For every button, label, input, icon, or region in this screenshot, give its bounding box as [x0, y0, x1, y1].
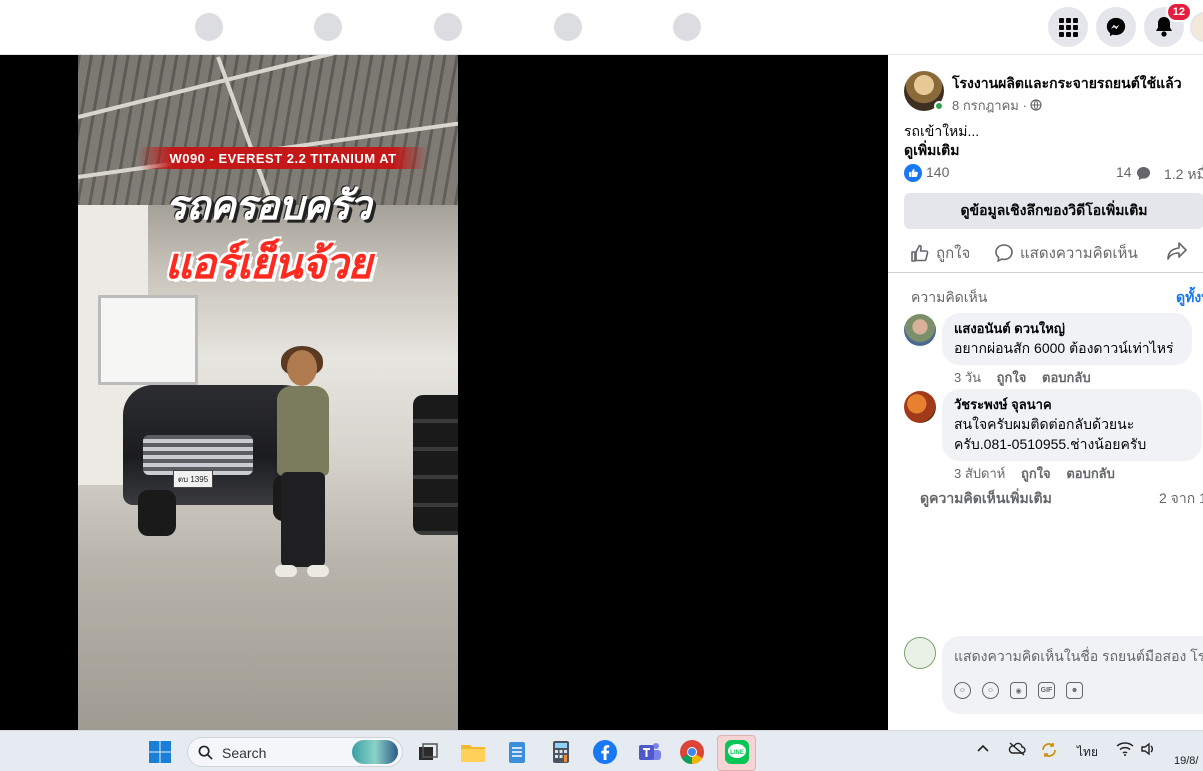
menu-grid-button[interactable] [1048, 7, 1088, 47]
comment-composer[interactable]: แสดงความคิดเห็นในชื่อ รถยนต์มือสอง โรงงา… [942, 636, 1203, 714]
see-more-link[interactable]: ดูเพิ่มเติม [904, 140, 959, 162]
nav-tab-home[interactable] [195, 13, 223, 41]
like-button[interactable]: ถูกใจ [910, 241, 970, 265]
sticker-icon[interactable]: ☻ [1066, 682, 1083, 699]
commenter-avatar[interactable] [904, 391, 936, 423]
clock-date[interactable]: 19/8/ [1174, 755, 1198, 767]
thumbs-up-icon [911, 244, 929, 262]
comment-text-line1: สนใจครับผมติดต่อกลับด้วยนะ [954, 416, 1135, 432]
notepad-icon[interactable] [503, 738, 531, 766]
see-all-comments-link[interactable]: ดูทั้งหมด [1176, 287, 1203, 309]
post-date-text: 8 กรกฎาคม · [952, 98, 1031, 113]
comment-time[interactable]: 3 สัปดาห์ [954, 466, 1005, 481]
windows-start-icon[interactable] [146, 738, 174, 766]
comment-like-link[interactable]: ถูกใจ [997, 370, 1027, 385]
comment-bubble: แสงอนันต์ ดวนใหญ่ อยากผ่อนสัก 6000 ต้องด… [942, 313, 1192, 365]
reactions-row: 140 14 1.2 หมื่น [904, 163, 1203, 183]
comment-input[interactable]: แสดงความคิดเห็นในชื่อ รถยนต์มือสอง โรงงา… [954, 646, 1203, 668]
gif-icon[interactable]: GIF [1038, 682, 1055, 699]
comments-shown-count: 2 จาก 14 [1159, 490, 1203, 506]
chrome-icon[interactable] [678, 738, 706, 766]
like-count[interactable]: 140 [926, 164, 949, 180]
divider [888, 272, 1203, 273]
comment-meta: 3 วัน ถูกใจ ตอบกลับ [954, 367, 1103, 388]
wifi-icon[interactable] [1116, 741, 1134, 760]
online-status-dot [934, 101, 944, 111]
camera-icon[interactable]: ◉ [1010, 682, 1027, 699]
comment-author[interactable]: แสงอนันต์ ดวนใหญ่ [954, 320, 1180, 338]
notification-count-badge: 12 [1165, 2, 1192, 22]
comment-time[interactable]: 3 วัน [954, 370, 981, 385]
video-banner: W090 - EVEREST 2.2 TITANIUM AT [138, 147, 428, 169]
video-headline-line2: แอร์เย็นจ้วย [164, 240, 372, 287]
messenger-button[interactable] [1096, 7, 1136, 47]
comment-text: อยากผ่อนสัก 6000 ต้องดาวน์เท่าไหร่ [954, 340, 1174, 356]
comment-count[interactable]: 14 [1116, 164, 1132, 180]
page-name[interactable]: โรงงานผลิตและกระจายรถยนต์ใช้แล้ว [952, 73, 1182, 95]
comment-button-label: แสดงความคิดเห็น [1020, 245, 1138, 262]
onedrive-offline-icon[interactable] [1008, 741, 1026, 760]
top-navigation-bar: 12 [0, 0, 1203, 55]
video-insights-label: ดูข้อมูลเชิงลึกของวิดีโอเพิ่มเติม [960, 202, 1148, 218]
comment-icon [995, 244, 1013, 263]
post-side-panel: โรงงานผลิตและกระจายรถยนต์ใช้แล้ว 8 กรกฎา… [888, 55, 1203, 730]
comment-reply-link[interactable]: ตอบกลับ [1042, 370, 1091, 385]
video-player[interactable]: ตบ 1395 W090 - EVEREST 2.2 TITANIUM AT ร… [0, 55, 888, 730]
teams-icon[interactable] [635, 738, 663, 766]
calculator-icon[interactable] [547, 738, 575, 766]
comment-reply-link[interactable]: ตอบกลับ [1066, 466, 1115, 481]
nav-tab-groups[interactable] [554, 13, 582, 41]
view-count: 1.2 หมื่น [1164, 166, 1203, 182]
post-date[interactable]: 8 กรกฎาคม · [952, 95, 1043, 116]
account-avatar[interactable] [1190, 12, 1203, 42]
comment-text-line2: ครับ.081-0510955.ช่างน้อยครับ [954, 436, 1147, 452]
comment-button[interactable]: แสดงความคิดเห็น [994, 241, 1138, 265]
like-reaction-icon[interactable] [904, 164, 922, 182]
input-language[interactable]: ไทย [1077, 743, 1098, 762]
windows-taskbar: Search LINE ไทย 19/8/ [0, 730, 1203, 771]
like-button-label: ถูกใจ [936, 245, 971, 262]
svg-text:LINE: LINE [730, 750, 744, 756]
globe-icon [1030, 99, 1043, 111]
video-headline-line1: รถครอบครัว [165, 184, 371, 228]
search-icon [198, 745, 213, 760]
sync-icon[interactable] [1040, 741, 1058, 762]
composer-avatar[interactable] [904, 637, 936, 669]
nav-tab-marketplace[interactable] [434, 13, 462, 41]
taskbar-search-box[interactable]: Search [187, 737, 403, 767]
facebook-app-icon[interactable] [591, 738, 619, 766]
comment-bubble: วัชระพงษ์ จุลนาค สนใจครับผมติดต่อกลับด้ว… [942, 389, 1202, 461]
comment-meta: 3 สัปดาห์ ถูกใจ ตอบกลับ [954, 463, 1127, 484]
taskbar-search-label: Search [222, 745, 267, 761]
share-button[interactable] [1166, 241, 1188, 261]
volume-icon[interactable] [1140, 741, 1156, 760]
video-insights-button[interactable]: ดูข้อมูลเชิงลึกของวิดีโอเพิ่มเติม [904, 193, 1203, 229]
task-view-icon[interactable] [414, 738, 442, 766]
line-app-icon[interactable]: LINE [723, 738, 751, 766]
tire-stack [413, 395, 458, 535]
commenter-avatar[interactable] [904, 314, 936, 346]
search-highlight-image [352, 740, 398, 764]
video-frame: ตบ 1395 W090 - EVEREST 2.2 TITANIUM AT ร… [78, 55, 458, 730]
notifications-button[interactable]: 12 [1144, 2, 1192, 47]
messenger-icon [1106, 17, 1126, 37]
grid-icon [1059, 18, 1078, 37]
comment-like-link[interactable]: ถูกใจ [1021, 466, 1051, 481]
post-actions: ถูกใจ แสดงความคิดเห็น [904, 235, 1203, 271]
avatar-sticker-icon[interactable]: ☺ [954, 682, 971, 699]
view-more-comments-link[interactable]: ดูความคิดเห็นเพิ่มเติม [920, 488, 1052, 510]
license-plate: ตบ 1395 [173, 470, 213, 488]
tray-chevron-icon[interactable] [976, 742, 990, 759]
composer-tools: ☺ ☺ ◉ GIF ☻ [954, 682, 1083, 699]
nav-tab-gaming[interactable] [673, 13, 701, 41]
share-icon [1167, 242, 1187, 260]
comment-bubble-icon [1136, 166, 1151, 181]
nav-tab-video[interactable] [314, 13, 342, 41]
comment-author[interactable]: วัชระพงษ์ จุลนาค [954, 396, 1190, 414]
file-explorer-icon[interactable] [459, 738, 487, 766]
emoji-icon[interactable]: ☺ [982, 682, 999, 699]
presenter [273, 346, 333, 580]
comments-header: ความคิดเห็น [911, 289, 988, 305]
